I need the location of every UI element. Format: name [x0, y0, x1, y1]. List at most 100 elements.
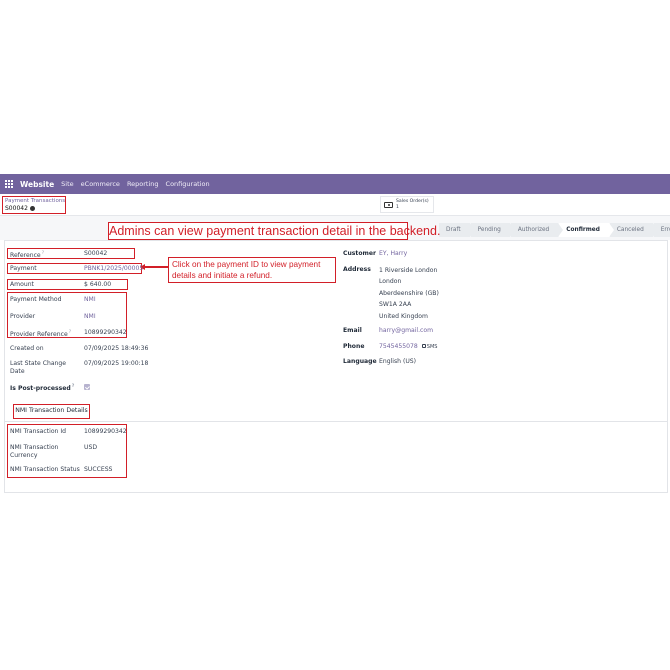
field-provider: Provider NMI	[10, 313, 96, 321]
created-on-value: 07/09/2025 18:49:36	[84, 345, 149, 352]
sms-icon[interactable]	[421, 344, 426, 348]
nav-item-ecommerce[interactable]: eCommerce	[81, 180, 120, 188]
nmi-transaction-currency-value: USD	[84, 444, 98, 451]
field-reference: Reference? S00042	[10, 250, 107, 260]
nav-item-configuration[interactable]: Configuration	[166, 180, 210, 188]
breadcrumb: Payment Transactions S00042	[2, 196, 66, 214]
field-address: Address 1 Riverside London London Aberde…	[343, 266, 439, 322]
breadcrumb-current: S00042	[5, 205, 63, 213]
check-icon[interactable]	[84, 384, 90, 390]
nmi-transaction-currency-label-line1: NMI Transaction	[10, 444, 59, 451]
sales-order-icon	[384, 201, 393, 208]
payment-method-link[interactable]: NMI	[84, 296, 96, 304]
sales-orders-smart-button[interactable]: Sales Order(s) 1	[380, 196, 434, 213]
stage-draft[interactable]: Draft	[439, 223, 475, 237]
nav-brand-website[interactable]: Website	[20, 180, 54, 189]
help-icon[interactable]: ?	[72, 384, 75, 389]
stage-pending[interactable]: Pending	[470, 223, 516, 237]
is-post-processed-value	[84, 383, 90, 393]
stage-authorized[interactable]: Authorized	[510, 223, 564, 237]
provider-link[interactable]: NMI	[84, 313, 96, 321]
phone-label: Phone	[343, 343, 365, 350]
field-payment: Payment PBNK1/2025/00005	[10, 265, 143, 273]
field-nmi-transaction-id: NMI Transaction Id 10899290342	[10, 428, 127, 436]
field-customer: Customer EY, Harry	[343, 250, 407, 258]
last-state-change-label-line2: Date	[10, 368, 25, 375]
field-phone: Phone 7545455078 SMS	[343, 343, 437, 351]
stage-confirmed[interactable]: Confirmed	[559, 223, 614, 237]
nmi-transaction-id-value: 10899290342	[84, 428, 127, 435]
field-nmi-transaction-currency: NMI Transaction Currency USD	[10, 444, 97, 460]
field-email: Email harry@gmail.com	[343, 327, 433, 335]
address-line: United Kingdom	[379, 312, 428, 320]
nav-item-reporting[interactable]: Reporting	[127, 180, 159, 188]
annotation-arrow	[144, 266, 168, 268]
last-state-change-label-line1: Last State Change	[10, 360, 67, 367]
nmi-transaction-id-label: NMI Transaction Id	[10, 428, 67, 435]
payment-link[interactable]: PBNK1/2025/00005	[84, 265, 143, 273]
customer-label: Customer	[343, 250, 377, 257]
reference-value[interactable]: S00042	[84, 250, 107, 260]
annotation-payment-line2: details and initiate a refund.	[172, 271, 273, 280]
field-last-state-change: Last State Change Date 07/09/2025 19:00:…	[10, 360, 148, 376]
address-line: Aberdeenshire (GB)	[379, 289, 439, 297]
stage-canceled[interactable]: Canceled	[609, 223, 658, 237]
tab-divider	[4, 421, 668, 422]
is-post-processed-label-wrap: Is Post-processed?	[10, 383, 84, 393]
payment-label: Payment	[10, 265, 37, 272]
provider-reference-label: Provider Reference	[10, 331, 68, 339]
amount-label: Amount	[10, 281, 34, 288]
smart-button-count: 1	[396, 204, 399, 210]
provider-label: Provider	[10, 313, 36, 320]
nmi-transaction-currency-label: NMI Transaction Currency	[10, 444, 84, 460]
breadcrumb-parent[interactable]: Payment Transactions	[5, 198, 65, 205]
payment-method-label: Payment Method	[10, 296, 62, 303]
nmi-transaction-status-label: NMI Transaction Status	[10, 466, 80, 473]
address-line: 1 Riverside London	[379, 266, 438, 274]
smart-button-label: Sales Order(s)	[396, 199, 429, 204]
address-line: SW1A 2AA	[379, 301, 412, 308]
annotation-title: Admins can view payment transaction deta…	[108, 222, 441, 240]
field-created-on: Created on 07/09/2025 18:49:36	[10, 345, 148, 353]
nmi-transaction-status-value: SUCCESS	[84, 466, 113, 473]
provider-reference-value: 10899290342	[84, 329, 127, 336]
created-on-label: Created on	[10, 345, 44, 352]
phone-link[interactable]: 7545455078	[379, 343, 418, 350]
email-label: Email	[343, 327, 362, 334]
last-state-change-value: 07/09/2025 19:00:18	[84, 360, 149, 367]
language-label: Language	[343, 358, 377, 365]
annotation-payment: Click on the payment ID to view payment …	[168, 257, 336, 283]
is-post-processed-label: Is Post-processed	[10, 385, 71, 393]
phone-value-wrap: 7545455078 SMS	[379, 343, 437, 351]
nmi-transaction-currency-label-line2: Currency	[10, 452, 38, 459]
customer-link[interactable]: EY, Harry	[379, 250, 407, 258]
apps-grid-icon[interactable]	[5, 180, 15, 188]
language-value: English (US)	[379, 358, 417, 365]
amount-value: $ 640.00	[84, 281, 112, 288]
address-line: London	[379, 278, 402, 285]
status-bar: Draft Pending Authorized Confirmed Cance…	[439, 223, 670, 237]
field-provider-reference: Provider Reference? 10899290342	[10, 329, 127, 339]
nav-item-site[interactable]: Site	[61, 180, 73, 188]
address-label: Address	[343, 266, 371, 273]
top-navbar: Website Site eCommerce Reporting Configu…	[0, 174, 670, 194]
reference-label: Reference	[10, 252, 41, 260]
control-panel: Payment Transactions S00042	[0, 194, 670, 216]
gear-icon[interactable]	[29, 206, 35, 211]
smart-button-text: Sales Order(s) 1	[396, 199, 429, 210]
field-amount: Amount $ 640.00	[10, 281, 111, 289]
address-value: 1 Riverside London London Aberdeenshire …	[379, 265, 439, 323]
tab-nmi-transaction-details[interactable]: NMI Transaction Details	[13, 404, 90, 419]
last-state-change-label: Last State Change Date	[10, 360, 84, 376]
annotation-payment-line1: Click on the payment ID to view payment	[172, 260, 321, 269]
help-icon[interactable]: ?	[42, 251, 44, 256]
field-is-post-processed: Is Post-processed?	[10, 383, 90, 393]
field-payment-method: Payment Method NMI	[10, 296, 96, 304]
email-link[interactable]: harry@gmail.com	[379, 327, 433, 335]
help-icon[interactable]: ?	[69, 330, 71, 335]
sms-button[interactable]: SMS	[427, 344, 438, 350]
field-nmi-transaction-status: NMI Transaction Status SUCCESS	[10, 466, 112, 474]
field-reference-label: Reference?	[10, 250, 84, 260]
field-language: Language English (US)	[343, 358, 416, 366]
field-provider-reference-label: Provider Reference?	[10, 329, 84, 339]
